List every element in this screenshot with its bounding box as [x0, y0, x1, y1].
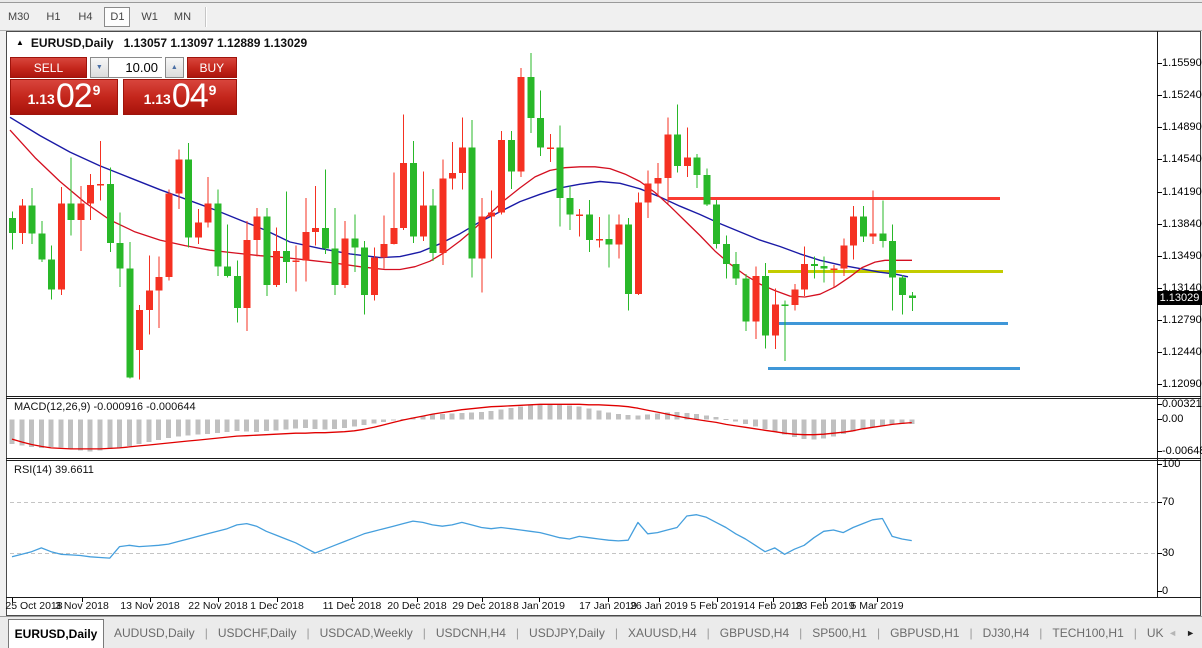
date-axis-label: 20 Dec 2018 [387, 600, 447, 612]
macd-axis-tick: 0.00 [1162, 413, 1184, 425]
date-axis-label: 14 Feb 2019 [743, 600, 803, 612]
date-axis-label: 25 Oct 2018 [5, 600, 63, 612]
current-price-badge: 1.13029 [1157, 291, 1202, 305]
rsi-axis-tick: 30 [1162, 547, 1175, 559]
price-axis-tick: 1.14190 [1162, 186, 1202, 198]
tab-gbpusd-h4[interactable]: GBPUSD,H4 [710, 626, 799, 640]
macd-indicator-label: MACD(12,26,9) -0.000916 -0.000644 [14, 401, 196, 413]
price-axis-tick: 1.14890 [1162, 121, 1202, 133]
date-axis-label: 26 Jan 2019 [630, 600, 688, 612]
spin-down-icon: ▼ [95, 64, 103, 71]
volume-increase-button[interactable]: ▲ [164, 57, 184, 78]
tab-audusd-daily[interactable]: AUDUSD,Daily [104, 626, 205, 640]
tab-eurusd-daily-active[interactable]: EURUSD,Daily [8, 619, 104, 648]
volume-decrease-button[interactable]: ▼ [89, 57, 109, 78]
chart-title: ▲ EURUSD,Daily 1.13057 1.13097 1.12889 1… [16, 35, 308, 50]
tab-dj30-h4[interactable]: DJ30,H4 [973, 626, 1040, 640]
buy-price-sup: 9 [208, 82, 217, 98]
buy-button[interactable]: BUY [186, 57, 237, 78]
tab-tech100-h1[interactable]: TECH100,H1 [1042, 626, 1133, 640]
buy-price-big: 04 [171, 77, 209, 115]
one-click-trading-panel: SELL ▼ 10.00 ▲ BUY 1.13 02 9 1.13 04 9 [10, 57, 237, 115]
date-axis-label: 23 Feb 2019 [795, 600, 855, 612]
date-axis-label: 29 Dec 2018 [452, 600, 512, 612]
date-axis-label: 5 Feb 2019 [690, 600, 744, 612]
sell-button[interactable]: SELL [10, 57, 87, 78]
date-axis-label: 5 Mar 2019 [850, 600, 904, 612]
tab-usdcnh-h4[interactable]: USDCNH,H4 [426, 626, 516, 640]
price-axis-tick: 1.14540 [1162, 153, 1202, 165]
collapse-one-click-icon[interactable]: ▲ [16, 38, 24, 47]
date-axis-label: 13 Nov 2018 [120, 600, 180, 612]
spin-up-icon: ▲ [170, 64, 178, 71]
sell-price-sup: 9 [92, 82, 101, 98]
tab-usdjpy-daily[interactable]: USDJPY,Daily [519, 626, 615, 640]
price-axis-tick: 1.12090 [1162, 378, 1202, 390]
tab-usdcad-weekly[interactable]: USDCAD,Weekly [310, 626, 423, 640]
tabs-scroll-right-icon[interactable]: ► [1181, 628, 1200, 638]
chart-ohlc-values: 1.13057 1.13097 1.12889 1.13029 [123, 35, 308, 50]
price-axis-tick: 1.15590 [1162, 57, 1202, 69]
macd-axis-tick: 0.003216 [1162, 398, 1202, 410]
buy-price-panel[interactable]: 1.13 04 9 [123, 79, 237, 115]
rsi-indicator-label: RSI(14) 39.6611 [14, 464, 94, 476]
date-axis-label: 3 Nov 2018 [55, 600, 109, 612]
macd-axis-tick: -0.006485 [1162, 445, 1202, 457]
tabs-scroll-left-icon[interactable]: ◄ [1164, 628, 1181, 638]
rsi-axis-tick: 70 [1162, 496, 1175, 508]
volume-input[interactable]: 10.00 [108, 57, 162, 78]
rsi-axis-tick: 0 [1162, 585, 1169, 597]
date-axis-label: 11 Dec 2018 [322, 600, 382, 612]
symbol-tab-bar: EURUSD,Daily AUDUSD,Daily | USDCHF,Daily | U… [0, 616, 1202, 648]
mt4-terminal: M30 H1 H4 D1 W1 MN ▲ EURUSD,Daily 1.13057 1.1… [0, 0, 1202, 648]
price-axis-tick: 1.13840 [1162, 218, 1202, 230]
date-axis-label: 1 Dec 2018 [250, 600, 304, 612]
tab-xauusd-h4[interactable]: XAUUSD,H4 [618, 626, 707, 640]
price-axis-tick: 1.15240 [1162, 89, 1202, 101]
chart-symbol-label: EURUSD,Daily [30, 35, 114, 50]
tab-sp500-h1[interactable]: SP500,H1 [802, 626, 877, 640]
tab-gbpusd-h1[interactable]: GBPUSD,H1 [880, 626, 969, 640]
price-axis-tick: 1.12790 [1162, 314, 1202, 326]
symbol-tabs: AUDUSD,Daily | USDCHF,Daily | USDCAD,Weekly |… [104, 619, 1176, 647]
date-axis-label: 17 Jan 2019 [579, 600, 637, 612]
sell-price-panel[interactable]: 1.13 02 9 [10, 79, 118, 115]
price-axis-tick: 1.12440 [1162, 346, 1202, 358]
buy-price-small: 1.13 [143, 91, 171, 107]
sell-price-small: 1.13 [27, 91, 55, 107]
tab-usdchf-daily[interactable]: USDCHF,Daily [208, 626, 307, 640]
price-axis-tick: 1.13490 [1162, 250, 1202, 262]
date-axis-label: 22 Nov 2018 [188, 600, 248, 612]
date-axis-label: 8 Jan 2019 [513, 600, 565, 612]
sell-price-big: 02 [55, 77, 93, 115]
rsi-axis-tick: 100 [1162, 458, 1181, 470]
